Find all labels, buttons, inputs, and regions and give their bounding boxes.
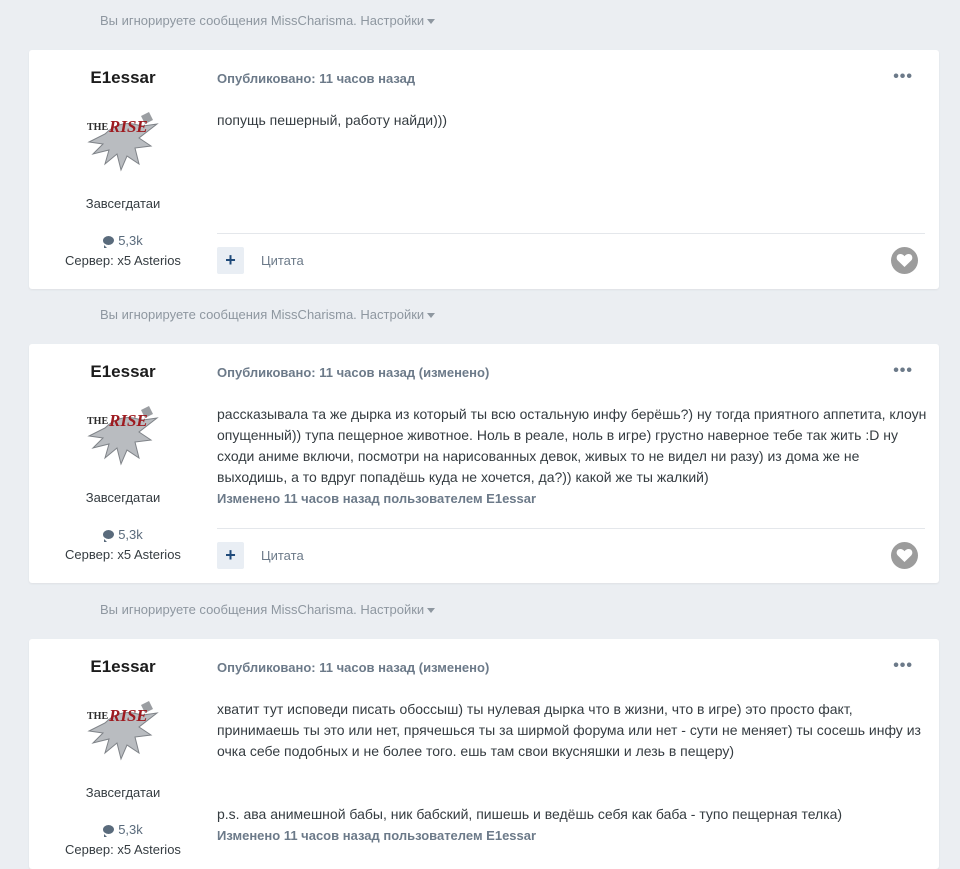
post-content: хватит тут исповеди писать обоссыш) ты н… — [217, 699, 927, 846]
comment-icon — [103, 825, 115, 838]
post-paragraph: рассказывала та же дырка из который ты в… — [217, 406, 927, 485]
author-server: Сервер: x5 Asterios — [65, 253, 181, 268]
post-paragraph: p.s. ава анимешной бабы, ник бабский, пи… — [217, 806, 843, 822]
multiquote-button[interactable]: + — [217, 542, 244, 569]
avatar[interactable]: THE RISE — [83, 396, 167, 476]
author-server: Сервер: x5 Asterios — [65, 547, 181, 562]
post: E1essar THE RISE Завсегдатаи 5,3k Сервер… — [29, 639, 939, 869]
more-options-icon[interactable]: ••• — [893, 362, 913, 380]
author-group: Завсегдатаи — [85, 785, 161, 800]
ignored-settings-link[interactable]: Настройки — [360, 602, 436, 617]
post-count: 5,3k — [29, 233, 217, 249]
multiquote-button[interactable]: + — [217, 247, 244, 274]
chevron-down-icon — [427, 608, 436, 614]
post-meta: Опубликовано: 11 часов назад (изменено) — [217, 365, 490, 380]
post-count: 5,3k — [29, 822, 217, 838]
like-button[interactable] — [891, 247, 918, 274]
author-group: Завсегдатаи — [85, 490, 161, 505]
more-options-icon[interactable]: ••• — [893, 68, 913, 86]
more-options-icon[interactable]: ••• — [893, 657, 913, 675]
post-meta: Опубликовано: 11 часов назад (изменено) — [217, 660, 490, 675]
edited-flag: (изменено) — [418, 660, 490, 675]
svg-text:THE: THE — [87, 416, 108, 427]
edit-note: Изменено 11 часов назад пользователем E1… — [217, 828, 537, 843]
heart-icon — [896, 253, 913, 267]
ignored-notice: Вы игнорируете сообщения MissCharisma. Н… — [100, 11, 436, 31]
post-content: попущь пешерный, работу найди))) — [217, 110, 927, 131]
post-paragraph: хватит тут исповеди писать обоссыш) ты н… — [217, 701, 921, 759]
quote-button[interactable]: Цитата — [261, 548, 304, 563]
divider — [217, 233, 925, 234]
author-name[interactable]: E1essar — [29, 362, 217, 382]
chevron-down-icon — [427, 313, 436, 319]
post-meta: Опубликовано: 11 часов назад — [217, 71, 416, 86]
author-group: Завсегдатаи — [85, 196, 161, 211]
author-name[interactable]: E1essar — [29, 657, 217, 677]
chevron-down-icon — [427, 19, 436, 25]
svg-text:RISE: RISE — [108, 117, 148, 136]
ignored-notice-text: Вы игнорируете сообщения MissCharisma. — [100, 602, 357, 617]
comment-icon — [103, 530, 115, 543]
ignored-notice-text: Вы игнорируете сообщения MissCharisma. — [100, 307, 357, 322]
ignored-notice-text: Вы игнорируете сообщения MissCharisma. — [100, 13, 357, 28]
svg-text:THE: THE — [87, 711, 108, 722]
ignored-notice: Вы игнорируете сообщения MissCharisma. Н… — [100, 600, 436, 620]
svg-text:RISE: RISE — [108, 706, 148, 725]
post-paragraph: попущь пешерный, работу найди))) — [217, 112, 448, 128]
ignored-settings-link[interactable]: Настройки — [360, 307, 436, 322]
post-content: рассказывала та же дырка из который ты в… — [217, 404, 927, 509]
heart-icon — [896, 548, 913, 562]
divider — [217, 528, 925, 529]
avatar[interactable]: THE RISE — [83, 102, 167, 182]
comment-icon — [103, 236, 115, 249]
author-name[interactable]: E1essar — [29, 68, 217, 88]
quote-button[interactable]: Цитата — [261, 253, 304, 268]
post: E1essar THE RISE Завсегдатаи 5,3k Сервер… — [29, 50, 939, 289]
ignored-settings-link[interactable]: Настройки — [360, 13, 436, 28]
edited-flag: (изменено) — [418, 365, 490, 380]
like-button[interactable] — [891, 542, 918, 569]
svg-text:RISE: RISE — [108, 411, 148, 430]
post-count: 5,3k — [29, 527, 217, 543]
ignored-notice: Вы игнорируете сообщения MissCharisma. Н… — [100, 305, 436, 325]
post: E1essar THE RISE Завсегдатаи 5,3k Сервер… — [29, 344, 939, 583]
svg-text:THE: THE — [87, 122, 108, 133]
edit-note: Изменено 11 часов назад пользователем E1… — [217, 491, 537, 506]
avatar[interactable]: THE RISE — [83, 691, 167, 771]
author-server: Сервер: x5 Asterios — [65, 842, 181, 857]
